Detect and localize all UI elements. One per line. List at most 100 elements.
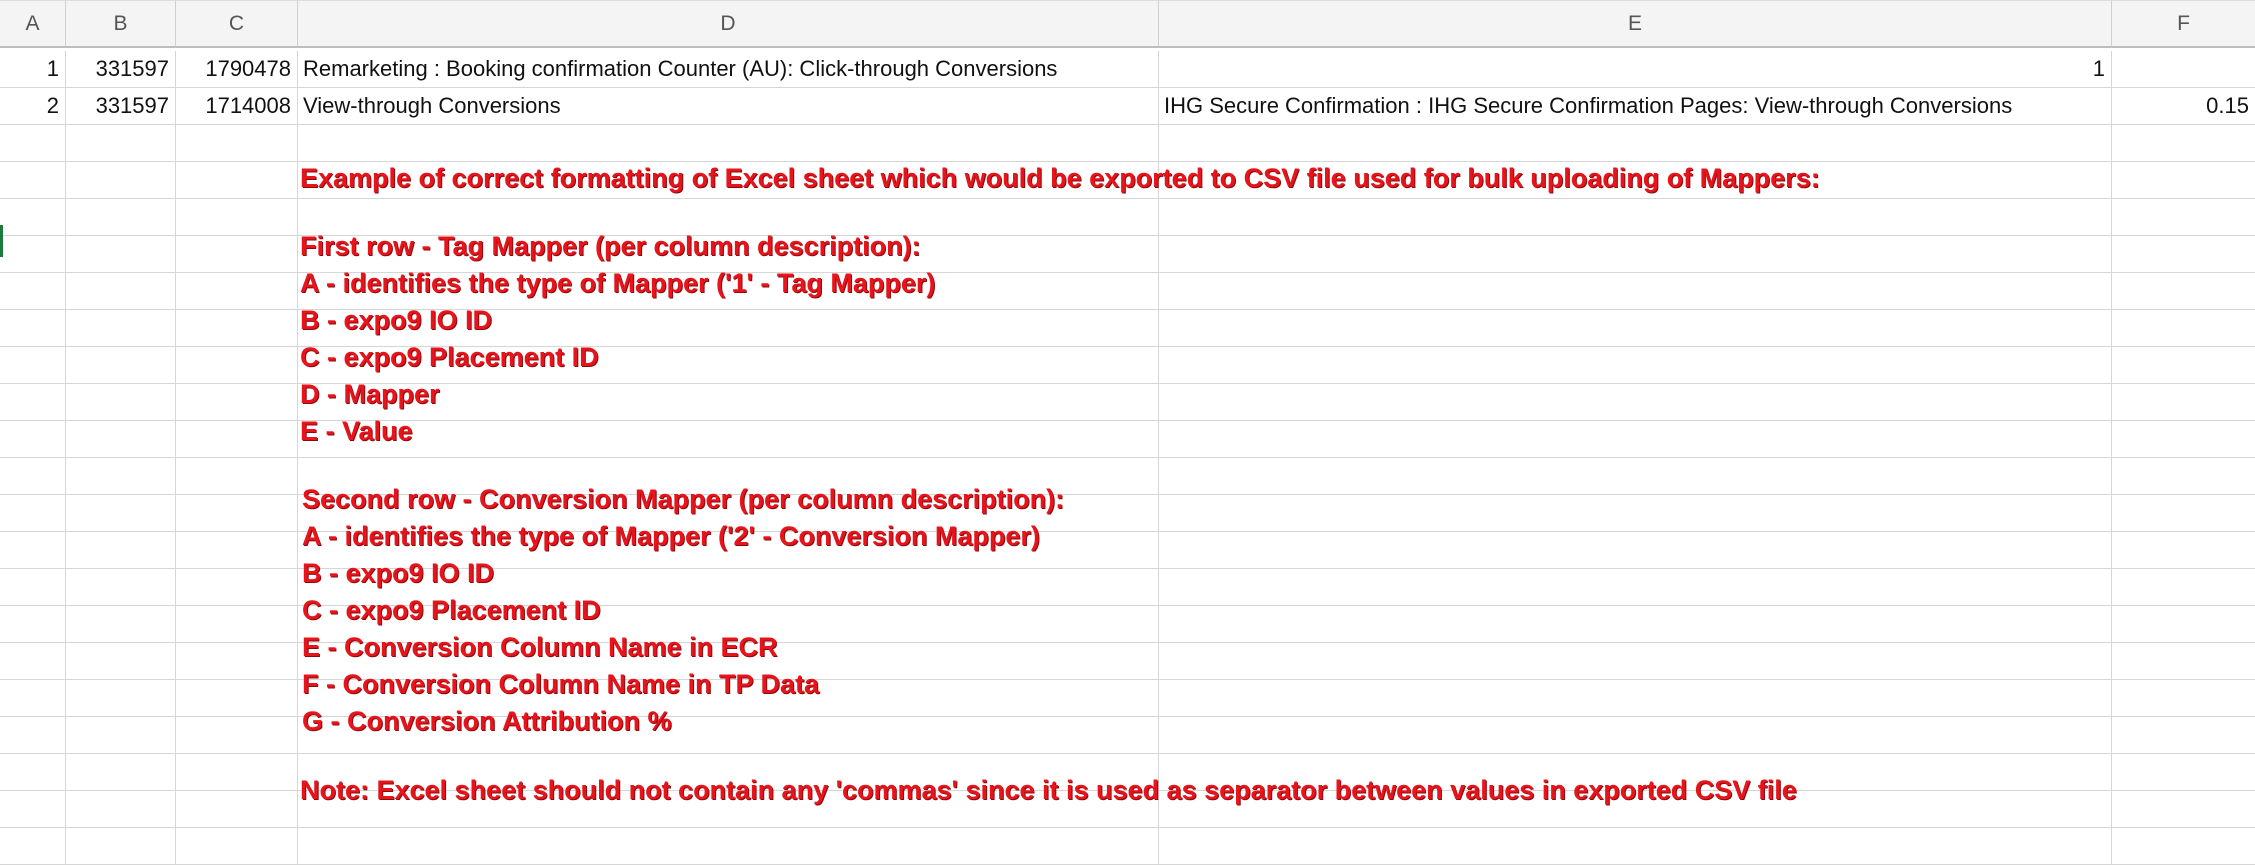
empty-cell[interactable] [66,273,176,309]
empty-cell[interactable] [176,310,298,346]
empty-cell[interactable] [66,125,176,161]
empty-cell[interactable] [2112,828,2255,864]
cell-b2[interactable]: 331597 [66,88,176,124]
empty-cell[interactable] [66,717,176,753]
empty-cell[interactable] [66,347,176,383]
empty-cell[interactable] [176,717,298,753]
empty-cell[interactable] [2112,569,2255,605]
empty-cell[interactable] [176,828,298,864]
empty-cell[interactable] [1159,273,2112,309]
empty-cell[interactable] [2112,384,2255,420]
empty-cell[interactable] [0,606,66,642]
empty-cell[interactable] [0,384,66,420]
empty-cell[interactable] [0,310,66,346]
column-header-c[interactable]: C [176,0,298,48]
cell-a1[interactable]: 1 [0,51,66,87]
empty-cell[interactable] [298,199,1159,235]
empty-cell[interactable] [0,162,66,198]
empty-cell[interactable] [66,495,176,531]
empty-cell[interactable] [66,606,176,642]
empty-cell[interactable] [2112,347,2255,383]
empty-cell[interactable] [1159,828,2112,864]
empty-cell[interactable] [176,754,298,790]
empty-cell[interactable] [2112,791,2255,827]
empty-cell[interactable] [176,236,298,272]
empty-cell[interactable] [66,384,176,420]
cell-b1[interactable]: 331597 [66,51,176,87]
empty-cell[interactable] [0,421,66,457]
empty-cell[interactable] [66,236,176,272]
empty-cell[interactable] [66,532,176,568]
empty-cell[interactable] [176,384,298,420]
empty-cell[interactable] [298,421,1159,457]
empty-cell[interactable] [1159,717,2112,753]
empty-cell[interactable] [1159,384,2112,420]
column-header-b[interactable]: B [66,0,176,48]
empty-cell[interactable] [2112,310,2255,346]
empty-cell[interactable] [176,421,298,457]
empty-cell[interactable] [66,569,176,605]
cell-e1[interactable]: 1 [1159,51,2112,87]
empty-cell[interactable] [2112,125,2255,161]
cell-e2[interactable]: IHG Secure Confirmation : IHG Secure Con… [1159,88,2112,124]
empty-cell[interactable] [66,754,176,790]
empty-cell[interactable] [2112,273,2255,309]
empty-cell[interactable] [1159,236,2112,272]
empty-cell[interactable] [0,680,66,716]
empty-cell[interactable] [176,606,298,642]
empty-cell[interactable] [1159,532,2112,568]
empty-cell[interactable] [66,458,176,494]
empty-cell[interactable] [66,828,176,864]
cell-a2[interactable]: 2 [0,88,66,124]
empty-cell[interactable] [176,458,298,494]
empty-cell[interactable] [0,347,66,383]
empty-cell[interactable] [0,199,66,235]
empty-cell[interactable] [0,754,66,790]
empty-cell[interactable] [0,569,66,605]
empty-cell[interactable] [2112,754,2255,790]
cell-d1[interactable]: Remarketing : Booking confirmation Count… [298,51,1159,87]
empty-cell[interactable] [66,310,176,346]
empty-cell[interactable] [66,791,176,827]
empty-cell[interactable] [298,828,1159,864]
empty-cell[interactable] [176,569,298,605]
empty-cell[interactable] [0,273,66,309]
empty-cell[interactable] [176,643,298,679]
empty-cell[interactable] [0,532,66,568]
empty-cell[interactable] [2112,199,2255,235]
empty-cell[interactable] [2112,717,2255,753]
empty-cell[interactable] [1159,569,2112,605]
empty-cell[interactable] [0,717,66,753]
empty-cell[interactable] [1159,606,2112,642]
column-header-e[interactable]: E [1159,0,2112,48]
empty-cell[interactable] [2112,643,2255,679]
cell-f2[interactable]: 0.15 [2112,88,2255,124]
empty-cell[interactable] [2112,606,2255,642]
empty-cell[interactable] [1159,125,2112,161]
empty-cell[interactable] [176,347,298,383]
empty-cell[interactable] [176,532,298,568]
empty-cell[interactable] [66,643,176,679]
column-header-f[interactable]: F [2112,0,2255,48]
cell-c2[interactable]: 1714008 [176,88,298,124]
empty-cell[interactable] [2112,236,2255,272]
empty-cell[interactable] [2112,495,2255,531]
empty-cell[interactable] [1159,458,2112,494]
cell-d2[interactable]: View-through Conversions [298,88,1159,124]
empty-cell[interactable] [0,458,66,494]
cell-c1[interactable]: 1790478 [176,51,298,87]
cell-f1[interactable] [2112,51,2255,87]
column-header-d[interactable]: D [298,0,1159,48]
empty-cell[interactable] [2112,680,2255,716]
empty-cell[interactable] [176,791,298,827]
empty-cell[interactable] [2112,421,2255,457]
empty-cell[interactable] [0,236,66,272]
empty-cell[interactable] [176,199,298,235]
empty-cell[interactable] [1159,347,2112,383]
empty-cell[interactable] [66,162,176,198]
empty-cell[interactable] [0,828,66,864]
empty-cell[interactable] [1159,421,2112,457]
empty-cell[interactable] [0,643,66,679]
empty-cell[interactable] [0,125,66,161]
empty-cell[interactable] [1159,495,2112,531]
